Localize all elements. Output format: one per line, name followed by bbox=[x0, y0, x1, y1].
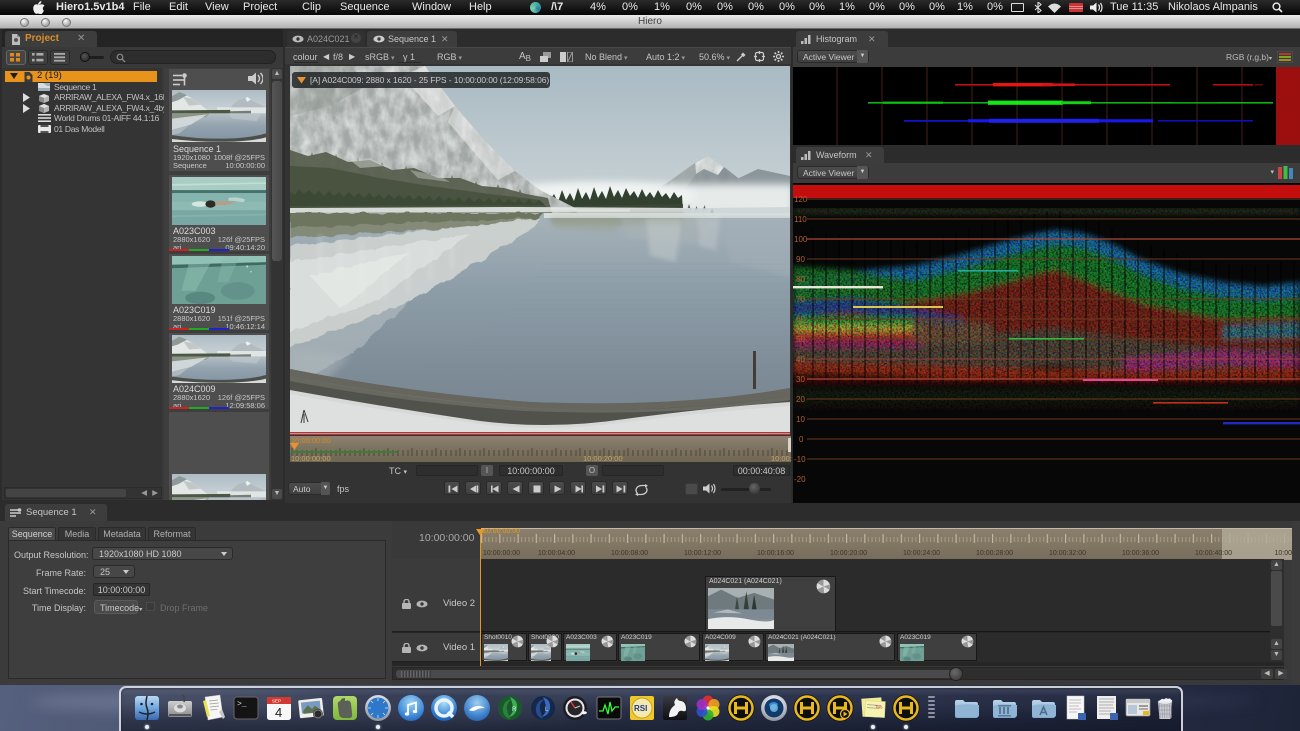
svg-text:10: 10 bbox=[796, 415, 805, 424]
svg-text:40: 40 bbox=[796, 355, 805, 364]
svg-text:4: 4 bbox=[275, 705, 282, 720]
svg-text:0: 0 bbox=[799, 435, 804, 444]
svg-text:110: 110 bbox=[794, 215, 807, 224]
svg-text:50: 50 bbox=[796, 335, 805, 344]
svg-text:20: 20 bbox=[796, 395, 805, 404]
svg-text:-10: -10 bbox=[794, 455, 806, 464]
svg-text:>_: >_ bbox=[237, 700, 247, 709]
svg-text:R: R bbox=[512, 707, 517, 713]
svg-text:70: 70 bbox=[796, 295, 805, 304]
svg-text:RSI: RSI bbox=[634, 704, 647, 713]
svg-text:120: 120 bbox=[794, 195, 808, 204]
svg-text:60: 60 bbox=[796, 315, 805, 324]
svg-text:SEP: SEP bbox=[272, 699, 281, 704]
svg-text:100: 100 bbox=[794, 235, 808, 244]
svg-text:30: 30 bbox=[796, 375, 805, 384]
svg-text:80: 80 bbox=[796, 275, 805, 284]
svg-text:Two: Two bbox=[875, 704, 883, 709]
svg-text:90: 90 bbox=[796, 255, 805, 264]
svg-text:-20: -20 bbox=[794, 475, 806, 484]
